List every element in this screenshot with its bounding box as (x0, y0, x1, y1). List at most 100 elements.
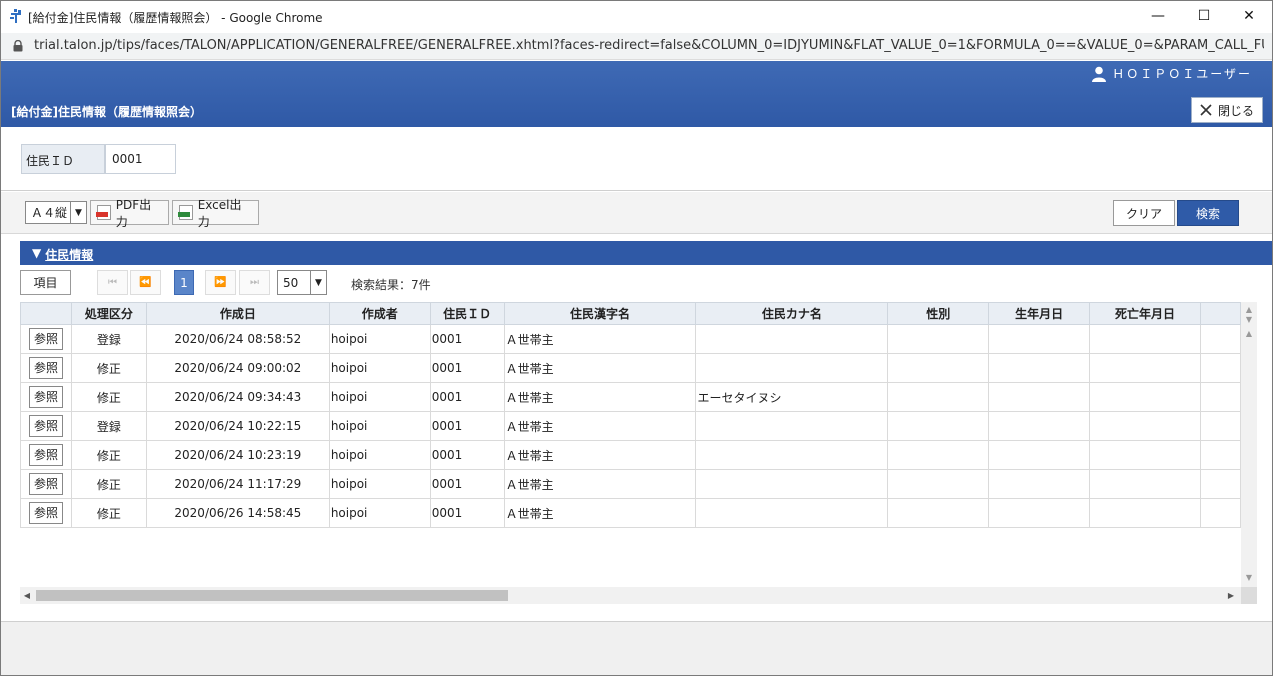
prev-page-icon: ⏪ (139, 277, 152, 288)
cell-sex (887, 469, 990, 499)
excel-export-button[interactable]: Excel出力 (172, 198, 259, 229)
resident-id-label: 住民ＩＤ (21, 144, 105, 174)
ref-button[interactable]: 参照 (28, 444, 63, 466)
user-icon (1092, 66, 1107, 82)
window-title: [給付金]住民情報（履歴情報照会） - Google Chrome (28, 11, 323, 25)
current-page[interactable]: 1 (174, 270, 194, 295)
close-icon: ✕ (1243, 8, 1255, 24)
scroll-thumb[interactable] (36, 590, 508, 601)
scroll-up-icon[interactable]: ▲ (1241, 328, 1257, 338)
toolbar: Ａ４縦 ▼ PDF出力 Excel出力 クリア 検索 (1, 192, 1272, 234)
ref-cell: 参照 (20, 324, 72, 354)
maximize-button[interactable]: ☐ (1181, 1, 1227, 31)
scroll-up-icon[interactable]: ▲ (1241, 304, 1257, 314)
maximize-icon: ☐ (1197, 8, 1211, 24)
app-header: ＨＯＩＰＯＩユーザー [給付金]住民情報（履歴情報照会） 閉じる (1, 61, 1272, 127)
first-page-button[interactable]: ⏮ (97, 270, 128, 295)
lock-icon (13, 40, 23, 52)
close-window-button[interactable]: ✕ (1226, 1, 1272, 31)
col-header[interactable]: 住民漢字名 (503, 302, 697, 325)
history-grid: 処理区分 作成日 作成者 住民ＩＤ 住民漢字名 住民カナ名 性別 生年月日 死亡… (20, 302, 1241, 588)
ref-button[interactable]: 参照 (28, 386, 63, 408)
scroll-down-icon[interactable]: ▼ (1241, 314, 1257, 324)
cell-date: 2020/06/24 09:00:02 (145, 353, 330, 383)
minimize-icon: — (1151, 8, 1165, 24)
table-row[interactable]: 参照 修正 2020/06/24 09:00:02 hoipoi 0001 Ａ世帯主 (20, 353, 1241, 383)
ref-cell: 参照 (20, 469, 72, 499)
resident-id-value[interactable]: 0001 (105, 144, 176, 174)
next-page-button[interactable]: ⏩ (205, 270, 236, 295)
cell-id: 0001 (429, 382, 505, 412)
pdf-file-icon (96, 205, 111, 220)
table-row[interactable]: 参照 修正 2020/06/24 10:23:19 hoipoi 0001 Ａ世帯主 (20, 440, 1241, 470)
dropdown-arrow-icon: ▼ (310, 271, 326, 294)
cell-overflow (1199, 353, 1241, 383)
paper-size-select[interactable]: Ａ４縦 ▼ (25, 201, 87, 224)
columns-button[interactable]: 項目 (20, 270, 71, 295)
ref-cell: 参照 (20, 411, 72, 441)
cell-death (1089, 440, 1201, 470)
scroll-down-icon[interactable]: ▼ (1241, 572, 1257, 582)
col-header (20, 302, 72, 325)
col-header[interactable]: 性別 (887, 302, 990, 325)
cell-author: hoipoi (328, 469, 431, 499)
user-menu[interactable]: ＨＯＩＰＯＩユーザー (1092, 65, 1252, 82)
result-count: 検索結果：7件 (351, 278, 431, 292)
table-row[interactable]: 参照 登録 2020/06/24 08:58:52 hoipoi 0001 Ａ世帯主 (20, 324, 1241, 354)
table-row[interactable]: 参照 修正 2020/06/26 14:58:45 hoipoi 0001 Ａ世帯主 (20, 498, 1241, 528)
page-title: [給付金]住民情報（履歴情報照会） (11, 105, 202, 119)
cell-id: 0001 (429, 440, 505, 470)
ref-button[interactable]: 参照 (28, 357, 63, 379)
cell-overflow (1199, 498, 1241, 528)
section-header[interactable]: ▼ 住民情報 (20, 241, 1272, 265)
minimize-button[interactable]: — (1135, 1, 1181, 31)
cell-kana (695, 324, 889, 354)
ref-cell: 参照 (20, 382, 72, 412)
col-header[interactable]: 住民カナ名 (695, 302, 889, 325)
close-icon (1200, 104, 1212, 116)
cell-overflow (1199, 411, 1241, 441)
ref-button[interactable]: 参照 (28, 328, 63, 350)
ref-button[interactable]: 参照 (28, 473, 63, 495)
cell-overflow (1199, 469, 1241, 499)
cell-sex (887, 498, 990, 528)
ref-button[interactable]: 参照 (28, 502, 63, 524)
address-bar[interactable]: trial.talon.jp/tips/faces/TALON/APPLICAT… (1, 33, 1272, 60)
pdf-export-button[interactable]: PDF出力 (90, 198, 169, 229)
vertical-scrollbar[interactable]: ▲ ▼ ▲ ▼ (1241, 302, 1257, 588)
close-page-label: 閉じる (1217, 103, 1254, 118)
cell-kana (695, 440, 889, 470)
last-page-icon: ⏭ (250, 277, 259, 288)
cell-overflow (1199, 324, 1241, 354)
horizontal-scrollbar[interactable]: ◀ ▶ (20, 587, 1241, 604)
ref-button[interactable]: 参照 (28, 415, 63, 437)
clear-button[interactable]: クリア (1113, 200, 1175, 226)
table-row[interactable]: 参照 登録 2020/06/24 10:22:15 hoipoi 0001 Ａ世帯主 (20, 411, 1241, 441)
prev-page-button[interactable]: ⏪ (130, 270, 161, 295)
scroll-left-icon[interactable]: ◀ (20, 587, 34, 604)
col-header[interactable]: 死亡年月日 (1089, 302, 1201, 325)
cell-birth (988, 324, 1091, 354)
table-row[interactable]: 参照 修正 2020/06/24 11:17:29 hoipoi 0001 Ａ世帯主 (20, 469, 1241, 499)
table-row[interactable]: 参照 修正 2020/06/24 09:34:43 hoipoi 0001 Ａ世帯主 エーセ… (20, 382, 1241, 412)
cell-author: hoipoi (328, 353, 431, 383)
cell-author: hoipoi (328, 498, 431, 528)
close-page-button[interactable]: 閉じる (1191, 97, 1263, 123)
history-table: 処理区分 作成日 作成者 住民ＩＤ 住民漢字名 住民カナ名 性別 生年月日 死亡… (20, 302, 1241, 528)
scroll-right-icon[interactable]: ▶ (1224, 587, 1238, 604)
col-header[interactable]: 作成者 (328, 302, 431, 325)
cell-date: 2020/06/26 14:58:45 (145, 498, 330, 528)
last-page-button[interactable]: ⏭ (239, 270, 270, 295)
cell-date: 2020/06/24 09:34:43 (145, 382, 330, 412)
col-header[interactable]: 作成日 (145, 302, 330, 325)
per-page-select[interactable]: 50 ▼ (277, 270, 327, 295)
col-header[interactable]: 住民ＩＤ (429, 302, 505, 325)
cell-birth (988, 498, 1091, 528)
col-header[interactable]: 処理区分 (70, 302, 147, 325)
col-header[interactable]: 生年月日 (988, 302, 1091, 325)
search-button[interactable]: 検索 (1177, 200, 1239, 226)
cell-kubun: 修正 (70, 469, 147, 499)
cell-date: 2020/06/24 11:17:29 (145, 469, 330, 499)
scrollbar-corner (1241, 587, 1257, 604)
cell-kana (695, 469, 889, 499)
